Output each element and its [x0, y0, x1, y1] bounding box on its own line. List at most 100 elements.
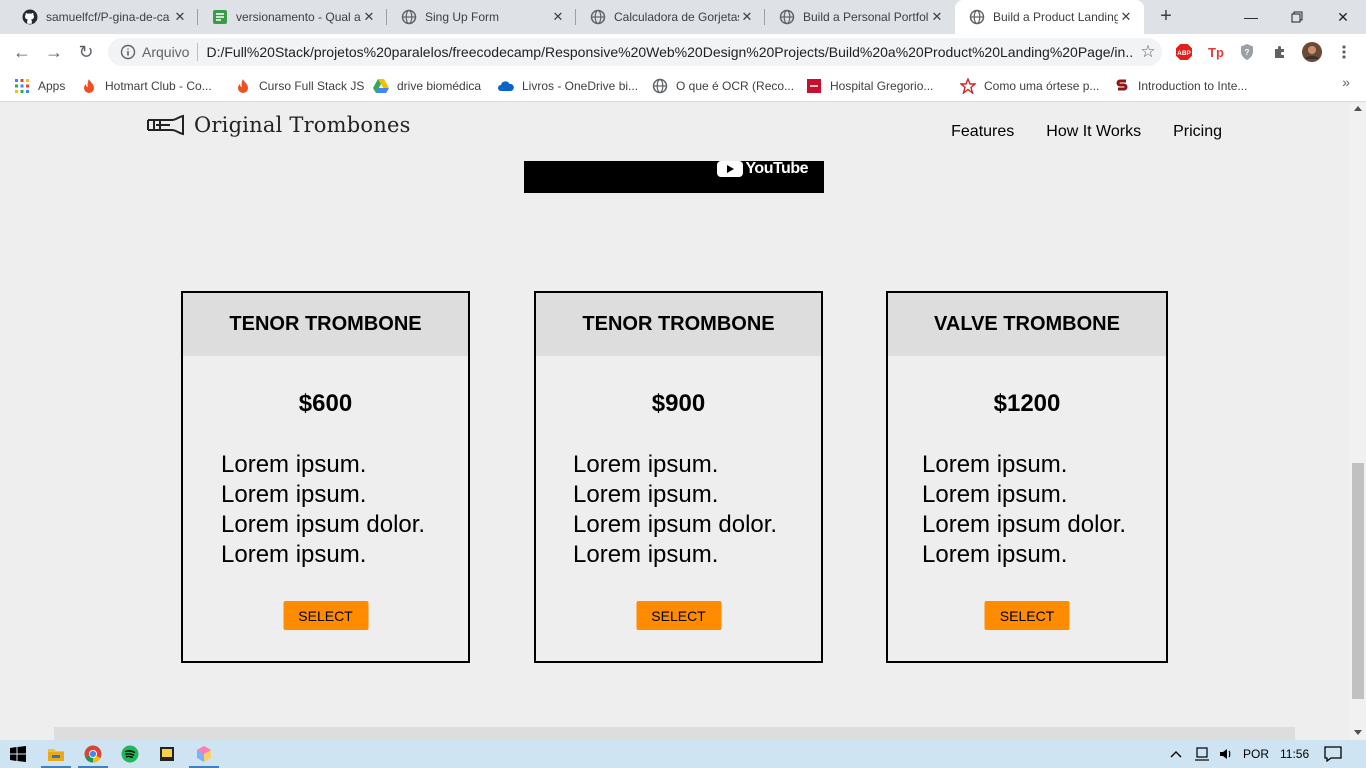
show-hidden-icons[interactable]: [1170, 740, 1182, 768]
address-bar[interactable]: Arquivo D:/Full%20Stack/projetos%20paral…: [108, 38, 1162, 66]
puzzle-icon[interactable]: [1270, 42, 1290, 62]
tp-icon[interactable]: Tp: [1206, 42, 1226, 62]
chrome-menu-icon[interactable]: [1334, 42, 1354, 62]
file-explorer-icon[interactable]: [38, 740, 74, 768]
bookmark-star-icon[interactable]: ☆: [1134, 42, 1162, 62]
clock[interactable]: 11:56: [1280, 740, 1309, 768]
bookmarks-overflow-icon[interactable]: »: [1342, 74, 1350, 90]
feature-item: Lorem ipsum dolor.: [573, 511, 778, 538]
svg-text:ABP: ABP: [1177, 50, 1191, 57]
minimize-icon[interactable]: —: [1228, 0, 1274, 34]
device-icon[interactable]: [1194, 740, 1210, 768]
card-price: $1200: [993, 390, 1061, 417]
forward-arrow-icon[interactable]: →: [42, 40, 66, 64]
page-viewport: Original Trombones Features How It Works…: [0, 103, 1350, 740]
close-tab-icon[interactable]: ✕: [1118, 9, 1134, 25]
info-icon[interactable]: [114, 44, 142, 60]
select-button[interactable]: SELECT: [984, 601, 1070, 630]
nav-link-how-it-works[interactable]: How It Works: [1046, 123, 1141, 141]
tab-title: Sing Up Form: [425, 10, 500, 24]
card-title: TENOR TROMBONE: [183, 293, 468, 356]
notifications-icon[interactable]: [1324, 740, 1342, 768]
select-button[interactable]: SELECT: [283, 601, 368, 630]
bookmark-hotmart[interactable]: Hotmart Club - Co...: [81, 76, 212, 96]
globe-icon: [401, 9, 417, 25]
close-window-icon[interactable]: ✕: [1320, 0, 1366, 34]
volume-icon[interactable]: [1219, 740, 1233, 768]
reload-icon[interactable]: ↻: [74, 40, 98, 64]
paint-3d-icon[interactable]: [186, 740, 222, 768]
bookmarks-bar: Apps Hotmart Club - Co... Curso Full Sta…: [0, 70, 1366, 102]
apps-grid-icon: [14, 78, 30, 94]
bookmark-label: Introduction to Inte...: [1138, 79, 1248, 93]
page-scrollbar[interactable]: [1350, 103, 1366, 740]
close-tab-icon[interactable]: ✕: [172, 9, 188, 25]
feature-item: Lorem ipsum.: [221, 541, 367, 568]
close-tab-icon[interactable]: ✕: [739, 9, 755, 25]
close-tab-icon[interactable]: ✕: [550, 9, 566, 25]
bookmark-label: Como uma órtese p...: [984, 79, 1100, 93]
scroll-down-arrow-icon[interactable]: [1354, 730, 1362, 735]
star-logo-icon: [960, 78, 976, 94]
card-title: VALVE TROMBONE: [888, 293, 1166, 356]
card-feature-list: Lorem ipsum. Lorem ipsum. Lorem ipsum do…: [888, 450, 1166, 570]
chrome-icon[interactable]: [75, 740, 111, 768]
card-feature-list: Lorem ipsum. Lorem ipsum. Lorem ipsum do…: [536, 450, 821, 570]
bookmark-stanford[interactable]: Introduction to Inte...: [1114, 76, 1247, 96]
profile-avatar[interactable]: [1302, 42, 1322, 62]
globe-icon: [969, 9, 985, 25]
bookmark-fullstack[interactable]: Curso Full Stack JS: [235, 76, 364, 96]
bookmark-apps[interactable]: Apps: [14, 76, 65, 96]
browser-tab-strip: samuelfcf/P-gina-de-ca ✕ versionamento -…: [0, 0, 1366, 34]
bookmark-label: Curso Full Stack JS: [259, 79, 365, 93]
address-scheme-label: Arquivo: [142, 44, 190, 60]
spotify-icon[interactable]: [112, 740, 148, 768]
tab-product-landing[interactable]: Build a Product Landing ✕: [955, 0, 1144, 34]
tab-signup-form[interactable]: Sing Up Form ✕: [387, 0, 576, 34]
nav-link-pricing[interactable]: Pricing: [1173, 123, 1222, 141]
scroll-up-arrow-icon[interactable]: [1354, 106, 1362, 111]
bookmark-ocr[interactable]: O que é OCR (Reco...: [652, 76, 794, 96]
tab-stackexchange[interactable]: versionamento - Qual a ✕: [198, 0, 387, 34]
tab-title: samuelfcf/P-gina-de-ca: [46, 10, 170, 24]
address-url[interactable]: D:/Full%20Stack/projetos%20paralelos/fre…: [206, 44, 1134, 60]
tab-title: versionamento - Qual a: [236, 10, 361, 24]
new-tab-button[interactable]: +: [1154, 5, 1178, 29]
tab-title: Calculadora de Gorjetas: [614, 10, 739, 24]
bookmark-hospital[interactable]: Hospital Gregorio...: [806, 76, 933, 96]
language-indicator[interactable]: POR: [1243, 740, 1269, 768]
restore-icon[interactable]: [1274, 0, 1320, 34]
browser-toolbar: ← → ↻ Arquivo D:/Full%20Stack/projetos%2…: [0, 34, 1366, 70]
sticky-notes-icon[interactable]: [149, 740, 185, 768]
youtube-play-icon: [717, 161, 744, 177]
back-arrow-icon[interactable]: ←: [10, 40, 34, 64]
bookmark-ortese[interactable]: Como uma órtese p...: [960, 76, 1099, 96]
bookmark-onedrive[interactable]: Livros - OneDrive bi...: [498, 76, 638, 96]
scrollbar-thumb[interactable]: [1352, 463, 1364, 699]
address-divider: [197, 43, 199, 61]
windows-start-icon[interactable]: [0, 740, 36, 768]
card-title: TENOR TROMBONE: [536, 293, 821, 356]
abp-icon[interactable]: ABP: [1174, 42, 1194, 62]
trombone-logo-icon: [147, 114, 184, 136]
video-embed[interactable]: YouTube: [524, 160, 824, 193]
shield-icon[interactable]: ?: [1237, 42, 1257, 62]
globe-icon: [590, 9, 606, 25]
close-tab-icon[interactable]: ✕: [929, 9, 945, 25]
close-tab-icon[interactable]: ✕: [361, 9, 377, 25]
github-icon: [22, 9, 38, 25]
tab-title: Build a Personal Portfoli: [803, 10, 929, 24]
feature-item: Lorem ipsum.: [221, 451, 367, 478]
youtube-logo[interactable]: YouTube: [717, 160, 808, 177]
site-logo[interactable]: Original Trombones: [146, 113, 411, 137]
tab-tip-calculator[interactable]: Calculadora de Gorjetas ✕: [576, 0, 765, 34]
tab-github[interactable]: samuelfcf/P-gina-de-ca ✕: [8, 0, 198, 34]
select-button[interactable]: SELECT: [636, 601, 721, 630]
card-price: $600: [298, 390, 353, 417]
hotmart-icon: [235, 78, 251, 94]
nav-link-features[interactable]: Features: [951, 123, 1014, 141]
bookmark-label: drive biomédica: [397, 79, 482, 93]
tab-portfolio[interactable]: Build a Personal Portfoli ✕: [765, 0, 955, 34]
onedrive-icon: [498, 78, 514, 94]
bookmark-drive[interactable]: drive biomédica: [373, 76, 481, 96]
